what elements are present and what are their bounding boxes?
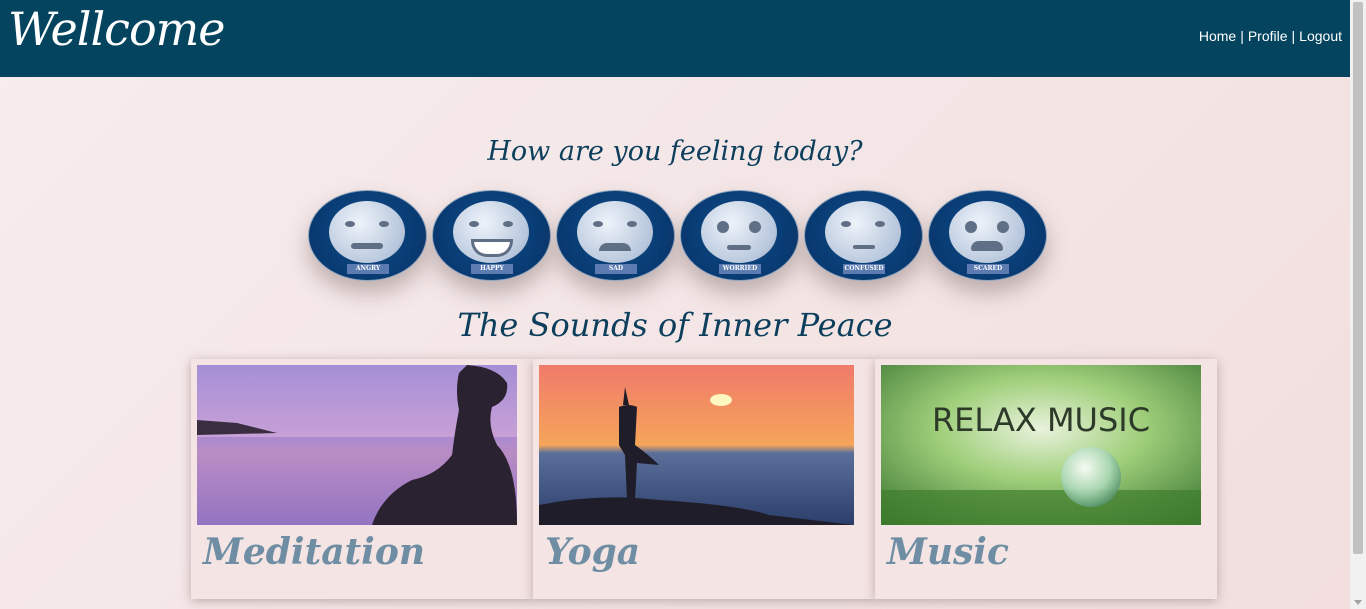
relax-music-photo: RELAX MUSIC (881, 365, 1201, 525)
scared-face-icon (949, 201, 1025, 263)
meditation-card[interactable]: Meditation (191, 359, 533, 599)
vertical-scrollbar[interactable] (1350, 0, 1366, 609)
nav-separator: | (1291, 28, 1296, 44)
nav-separator: | (1240, 28, 1244, 44)
mood-selector: ANGRY HAPPY SAD WORRIED CONFUSED SCARED (308, 190, 1047, 281)
mood-sad-button[interactable]: SAD (556, 190, 675, 281)
brand-logo: Wellcome (8, 2, 225, 56)
mood-label: CONFUSED (843, 264, 885, 274)
scrollbar-thumb[interactable] (1353, 2, 1363, 554)
scroll-down-arrow-icon[interactable] (1354, 600, 1362, 605)
mood-worried-button[interactable]: WORRIED (680, 190, 799, 281)
sad-face-icon (577, 201, 653, 263)
meditation-photo (197, 365, 517, 525)
nav-logout-link[interactable]: Logout (1299, 28, 1342, 44)
image-caption: RELAX MUSIC (932, 401, 1150, 439)
mood-angry-button[interactable]: ANGRY (308, 190, 427, 281)
card-title: Music (887, 531, 1009, 573)
yoga-photo (539, 365, 854, 525)
mood-label: SAD (595, 264, 637, 274)
mood-confused-button[interactable]: CONFUSED (804, 190, 923, 281)
mood-scared-button[interactable]: SCARED (928, 190, 1047, 281)
yoga-card[interactable]: Yoga (533, 359, 875, 599)
mood-happy-button[interactable]: HAPPY (432, 190, 551, 281)
happy-face-icon (453, 201, 529, 263)
mood-label: HAPPY (471, 264, 513, 274)
sounds-heading: The Sounds of Inner Peace (457, 306, 893, 344)
nav-profile-link[interactable]: Profile (1248, 28, 1288, 44)
confused-face-icon (825, 201, 901, 263)
nav-home-link[interactable]: Home (1199, 28, 1236, 44)
card-title: Yoga (545, 531, 641, 573)
sound-cards: Meditation Yoga RELAX MUSIC Music (191, 359, 1217, 599)
music-card[interactable]: RELAX MUSIC Music (875, 359, 1217, 599)
mood-label: SCARED (967, 264, 1009, 274)
worried-face-icon (701, 201, 777, 263)
mood-label: WORRIED (719, 264, 761, 274)
card-title: Meditation (203, 531, 426, 573)
top-header: Wellcome Home | Profile | Logout (0, 0, 1350, 77)
top-nav: Home | Profile | Logout (1199, 28, 1342, 44)
mood-heading: How are you feeling today? (487, 136, 863, 167)
mood-label: ANGRY (347, 264, 389, 274)
angry-face-icon (329, 201, 405, 263)
